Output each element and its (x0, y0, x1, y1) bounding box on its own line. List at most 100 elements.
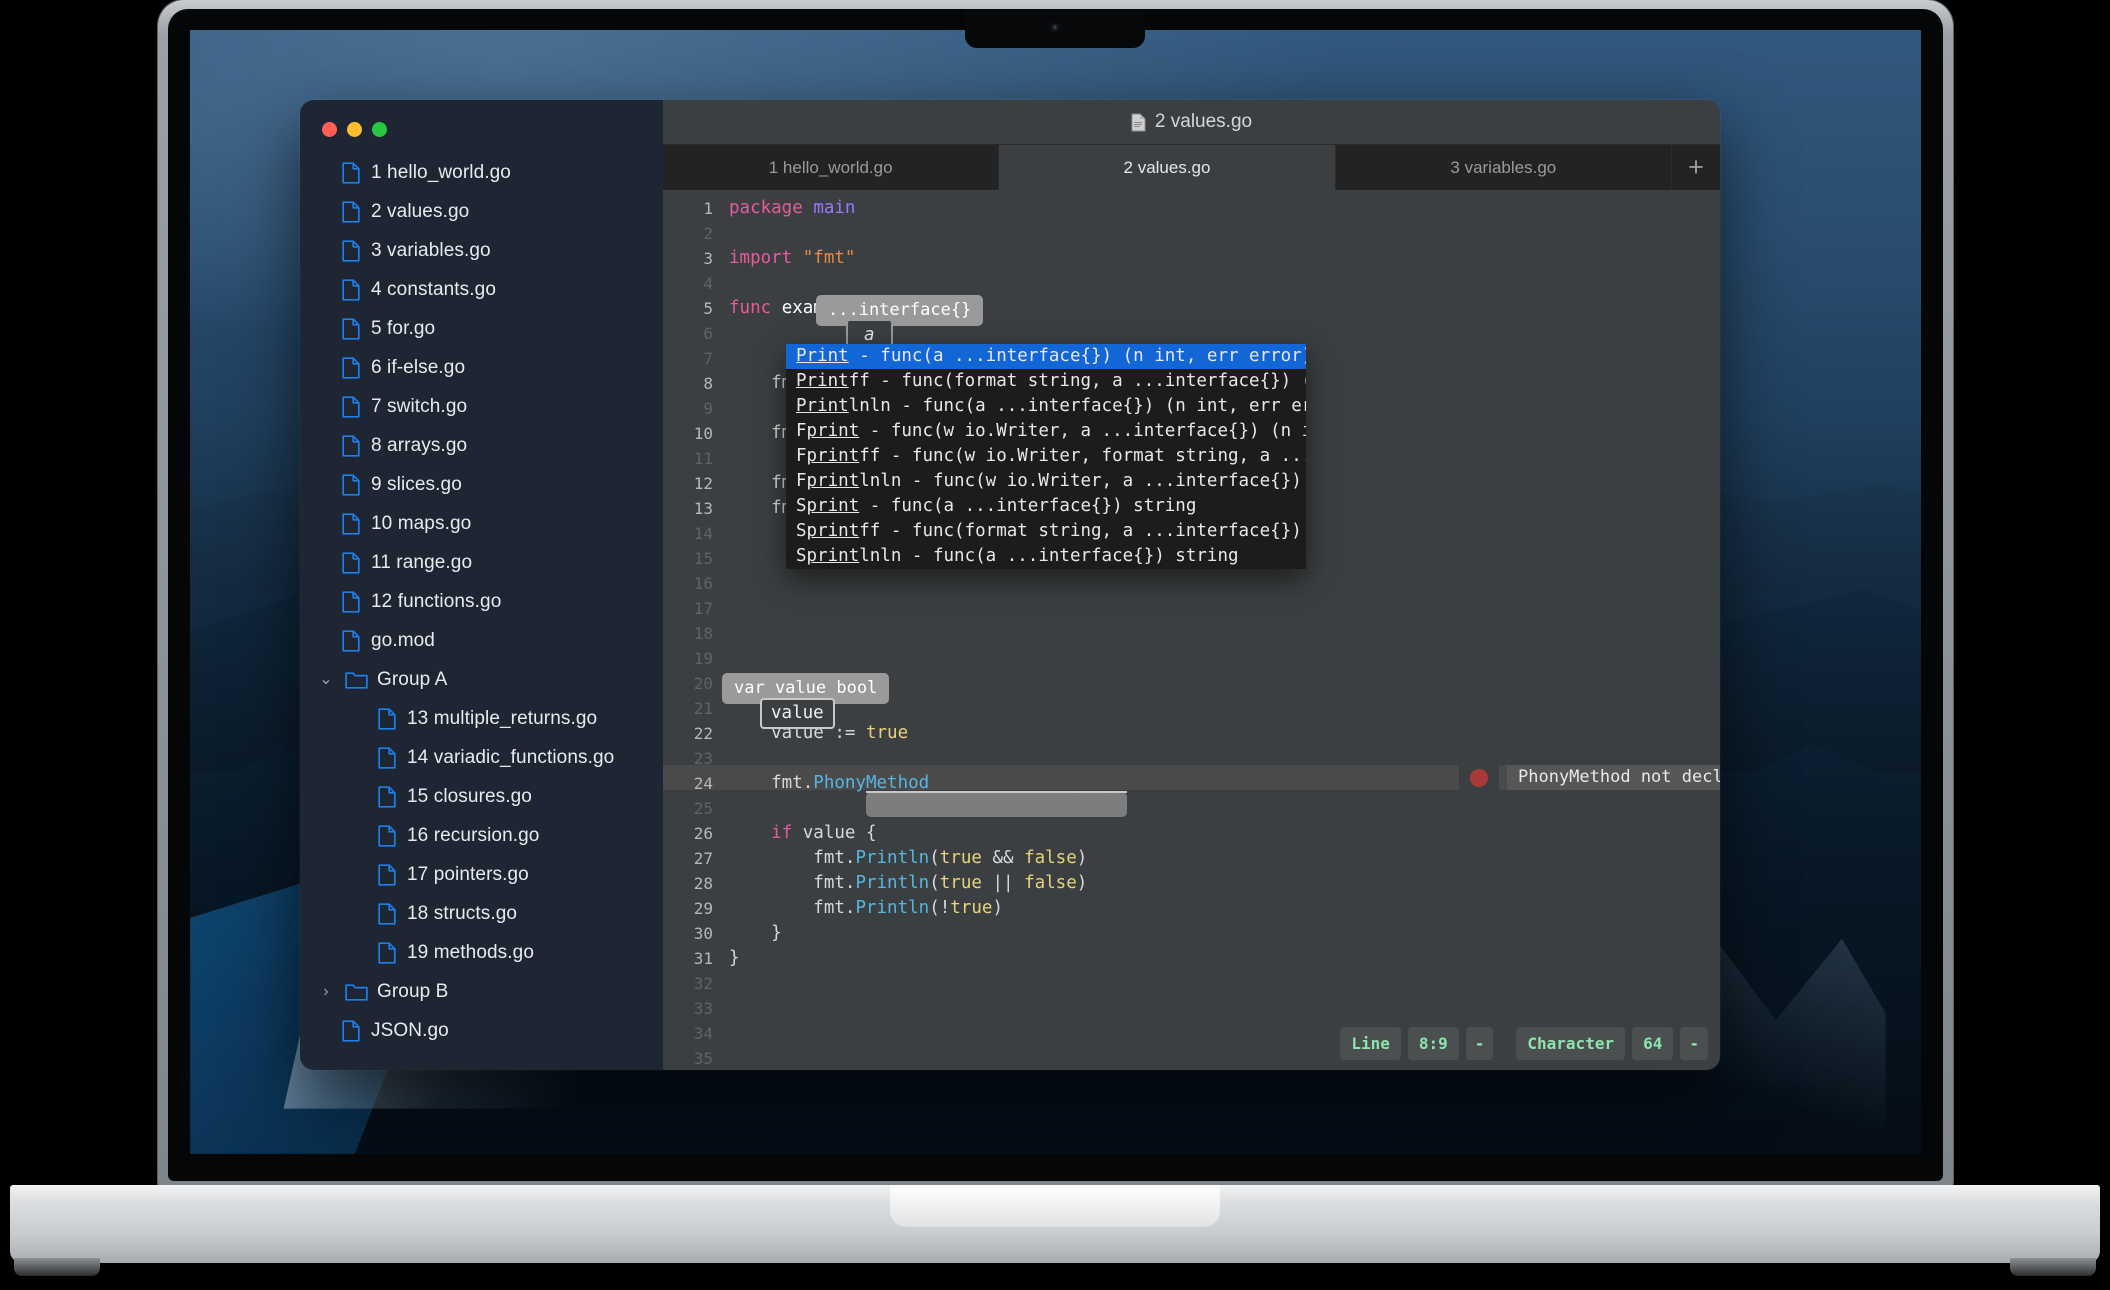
sidebar-item-10-maps-go[interactable]: 10 maps.go (300, 504, 663, 543)
file-icon (342, 474, 360, 496)
sidebar-item-3-variables-go[interactable]: 3 variables.go (300, 231, 663, 270)
sidebar-item-5-for-go[interactable]: 5 for.go (300, 309, 663, 348)
sidebar-item-json-go[interactable]: JSON.go (300, 1011, 663, 1050)
sidebar-item-14-variadic-functions-go[interactable]: 14 variadic_functions.go (300, 738, 663, 777)
code-line[interactable]: if value { (729, 821, 877, 846)
line-number: 18 (671, 621, 713, 646)
autocomplete-item[interactable]: Print - func(a ...interface{}) (n int, e… (786, 344, 1306, 369)
file-icon (342, 318, 360, 340)
autocomplete-item[interactable]: Fprintlnln - func(w io.Writer, a ...inte… (786, 469, 1306, 494)
code-editor[interactable]: ...interface{} a var value bool value Pr… (663, 190, 1720, 1070)
line-extra[interactable]: - (1466, 1027, 1494, 1060)
sidebar-item-label: 18 structs.go (407, 903, 517, 925)
line-value[interactable]: 8:9 (1408, 1027, 1459, 1060)
editor-pane: 2 values.go 1 hello_world.go2 values.go3… (663, 100, 1720, 1070)
line-number: 7 (671, 346, 713, 371)
sidebar-item-label: 19 methods.go (407, 942, 534, 964)
autocomplete-popup[interactable]: Print - func(a ...interface{}) (n int, e… (786, 344, 1306, 569)
code-line[interactable]: fmt.Println(true && false) (729, 846, 1087, 871)
line-number: 31 (671, 946, 713, 971)
code-line[interactable]: import "fmt" (729, 246, 855, 271)
sidebar-item-4-constants-go[interactable]: 4 constants.go (300, 270, 663, 309)
sidebar-item-2-values-go[interactable]: 2 values.go (300, 192, 663, 231)
chevron-right-icon[interactable]: › (316, 984, 336, 1000)
sidebar-item-15-closures-go[interactable]: 15 closures.go (300, 777, 663, 816)
sidebar-item-17-pointers-go[interactable]: 17 pointers.go (300, 855, 663, 894)
tab-2-values-go[interactable]: 2 values.go (999, 145, 1335, 190)
line-number: 33 (671, 996, 713, 1021)
sidebar-folder-group-a[interactable]: ⌄Group A (300, 660, 663, 699)
sidebar-item-label: 6 if-else.go (371, 357, 465, 379)
sidebar-item-label: 12 functions.go (371, 591, 501, 613)
sidebar-item-go-mod[interactable]: go.mod (300, 621, 663, 660)
tab-3-variables-go[interactable]: 3 variables.go (1336, 145, 1672, 190)
file-icon (342, 162, 360, 184)
sidebar-item-11-range-go[interactable]: 11 range.go (300, 543, 663, 582)
line-number: 25 (671, 796, 713, 821)
sidebar-item-8-arrays-go[interactable]: 8 arrays.go (300, 426, 663, 465)
sidebar-item-13-multiple-returns-go[interactable]: 13 multiple_returns.go (300, 699, 663, 738)
sidebar-item-label: 2 values.go (371, 201, 469, 223)
autocomplete-item[interactable]: Printff - func(format string, a ...inter… (786, 369, 1306, 394)
file-icon (342, 396, 360, 418)
error-gutter-marker[interactable] (1459, 765, 1499, 790)
screen: 1 hello_world.go2 values.go3 variables.g… (190, 30, 1921, 1154)
line-number: 10 (671, 421, 713, 446)
sidebar-item-7-switch-go[interactable]: 7 switch.go (300, 387, 663, 426)
sidebar-item-label: go.mod (371, 630, 435, 652)
character-extra[interactable]: - (1680, 1027, 1708, 1060)
line-number: 6 (671, 321, 713, 346)
line-number: 21 (671, 696, 713, 721)
value-token-box[interactable]: value (760, 698, 835, 729)
line-number: 14 (671, 521, 713, 546)
line-number: 28 (671, 871, 713, 896)
sidebar-item-label: 8 arrays.go (371, 435, 467, 457)
bracket-match-highlight-right (1078, 792, 1105, 817)
code-line[interactable]: package main (729, 196, 855, 221)
sidebar-item-label: 11 range.go (371, 552, 472, 574)
autocomplete-item[interactable]: Printlnln - func(a ...interface{}) (n in… (786, 394, 1306, 419)
sidebar-item-label: 7 switch.go (371, 396, 467, 418)
autocomplete-item[interactable]: Fprintff - func(w io.Writer, format stri… (786, 444, 1306, 469)
autocomplete-item[interactable]: Fprint - func(w io.Writer, a ...interfac… (786, 419, 1306, 444)
autocomplete-item[interactable]: Sprintlnln - func(a ...interface{}) stri… (786, 544, 1306, 569)
camera-icon (1050, 22, 1061, 33)
minimize-button[interactable] (347, 122, 362, 137)
sidebar-item-19-methods-go[interactable]: 19 methods.go (300, 933, 663, 972)
code-line[interactable]: } (729, 946, 740, 971)
code-line[interactable]: } (729, 921, 782, 946)
line-number: 15 (671, 546, 713, 571)
line-number: 16 (671, 571, 713, 596)
folder-icon (345, 982, 368, 1001)
sidebar-item-12-functions-go[interactable]: 12 functions.go (300, 582, 663, 621)
sidebar-item-9-slices-go[interactable]: 9 slices.go (300, 465, 663, 504)
sidebar-item-16-recursion-go[interactable]: 16 recursion.go (300, 816, 663, 855)
file-icon (342, 201, 360, 223)
zoom-button[interactable] (372, 122, 387, 137)
file-icon (342, 552, 360, 574)
sidebar-item-1-hello-world-go[interactable]: 1 hello_world.go (300, 153, 663, 192)
file-icon (342, 630, 360, 652)
autocomplete-item[interactable]: Sprint - func(a ...interface{}) string (786, 494, 1306, 519)
autocomplete-item[interactable]: Sprintff - func(format string, a ...inte… (786, 519, 1306, 544)
new-tab-button[interactable]: + (1672, 145, 1720, 190)
sidebar-item-18-structs-go[interactable]: 18 structs.go (300, 894, 663, 933)
file-icon (378, 942, 396, 964)
line-number: 11 (671, 446, 713, 471)
status-bar: Line 8:9 - Character 64 - (1340, 1027, 1708, 1060)
character-value[interactable]: 64 (1632, 1027, 1673, 1060)
sidebar-item-6-if-else-go[interactable]: 6 if-else.go (300, 348, 663, 387)
editor-window: 1 hello_world.go2 values.go3 variables.g… (300, 100, 1720, 1070)
sidebar-item-label: 5 for.go (371, 318, 435, 340)
code-line[interactable]: fmt.Println(!true) (729, 896, 1003, 921)
tab-1-hello-world-go[interactable]: 1 hello_world.go (663, 145, 999, 190)
sidebar-folder-group-b[interactable]: ›Group B (300, 972, 663, 1011)
file-icon (378, 747, 396, 769)
line-number: 30 (671, 921, 713, 946)
code-line[interactable]: fmt.Println(true || false) (729, 871, 1087, 896)
file-icon (342, 357, 360, 379)
document-icon (1131, 113, 1146, 132)
close-button[interactable] (322, 122, 337, 137)
line-label: Line (1340, 1027, 1401, 1060)
chevron-down-icon[interactable]: ⌄ (316, 672, 336, 688)
